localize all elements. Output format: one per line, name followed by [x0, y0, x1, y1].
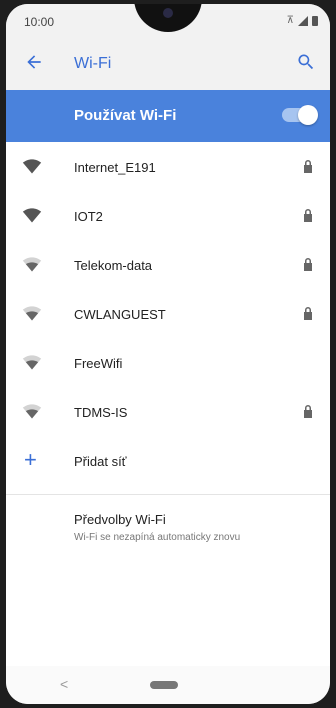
wifi-medium-icon [22, 404, 42, 419]
wifi-medium-icon [22, 306, 42, 321]
cell-signal-icon [298, 15, 308, 26]
preferences-title: Předvolby Wi-Fi [74, 512, 166, 527]
camera-icon [163, 8, 173, 18]
lock-icon [304, 209, 312, 222]
battery-icon [312, 15, 318, 26]
status-bar: 10:00 ⊼ [6, 4, 330, 38]
divider [6, 494, 330, 495]
network-name: FreeWifi [74, 356, 123, 371]
camera-notch [134, 4, 202, 32]
wifi-preferences-row[interactable]: Předvolby Wi-Fi Wi-Fi se nezapíná automa… [6, 500, 330, 556]
wifi-toggle[interactable] [282, 105, 318, 125]
toggle-thumb [298, 105, 318, 125]
nav-home-pill[interactable] [150, 681, 178, 689]
network-row[interactable]: Telekom-data [6, 240, 330, 289]
app-bar: Wi-Fi [6, 38, 330, 90]
status-icons: ⊼ [287, 15, 318, 26]
network-row[interactable]: Internet_E191 [6, 142, 330, 191]
nav-back-icon[interactable]: < [60, 676, 68, 692]
search-icon[interactable] [296, 52, 316, 72]
network-name: Internet_E191 [74, 160, 156, 175]
lock-icon [304, 307, 312, 320]
network-name: CWLANGUEST [74, 307, 166, 322]
use-wifi-label: Používat Wi-Fi [74, 107, 177, 124]
arrow-back-icon[interactable] [24, 52, 44, 72]
wifi-medium-icon [22, 355, 42, 370]
lock-icon [304, 258, 312, 271]
network-name: Telekom-data [74, 258, 153, 273]
network-name: TDMS-IS [74, 405, 128, 420]
network-name: IOT2 [74, 209, 103, 224]
preferences-subtitle: Wi-Fi se nezapíná automaticky znovu [74, 532, 241, 543]
add-network-row[interactable]: + Přidat síť [6, 438, 330, 484]
page-title: Wi-Fi [74, 55, 112, 72]
navigation-bar: < [6, 666, 330, 704]
use-wifi-switch-row[interactable]: Používat Wi-Fi [6, 90, 330, 142]
network-row[interactable]: CWLANGUEST [6, 289, 330, 338]
wifi-medium-icon [22, 257, 42, 272]
network-list: Internet_E191 IOT2 Telekom-data CWLANGUE… [6, 142, 330, 436]
network-row[interactable]: FreeWifi [6, 338, 330, 387]
lock-icon [304, 160, 312, 173]
network-row[interactable]: IOT2 [6, 191, 330, 240]
nfc-icon: ⊼ [286, 15, 294, 26]
wifi-full-icon [22, 159, 42, 174]
network-row[interactable]: TDMS-IS [6, 387, 330, 436]
lock-icon [304, 405, 312, 418]
status-time: 10:00 [24, 15, 55, 29]
add-network-label: Přidat síť [74, 454, 127, 469]
plus-icon: + [24, 447, 37, 472]
wifi-full-icon [22, 208, 42, 223]
phone-screen: 10:00 ⊼ Wi-Fi Používat Wi-Fi Internet_E1… [6, 4, 330, 704]
